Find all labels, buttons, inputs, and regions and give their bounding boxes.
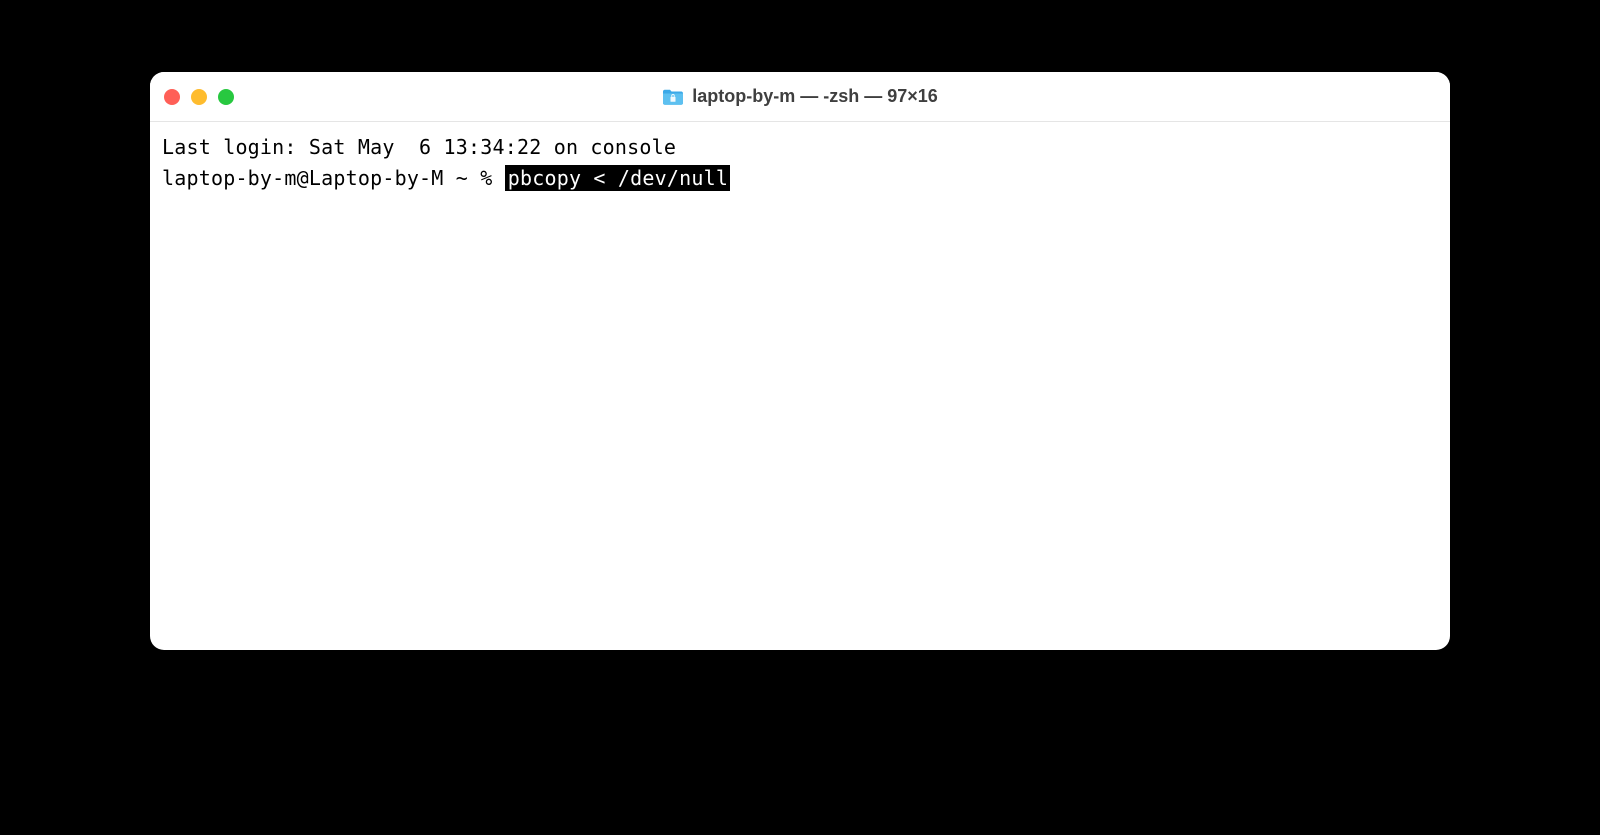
title-container: laptop-by-m — -zsh — 97×16 — [150, 86, 1450, 107]
titlebar[interactable]: laptop-by-m — -zsh — 97×16 — [150, 72, 1450, 122]
prompt-text: laptop-by-m@Laptop-by-M ~ % — [162, 166, 505, 190]
maximize-button[interactable] — [218, 89, 234, 105]
terminal-body[interactable]: Last login: Sat May 6 13:34:22 on consol… — [150, 122, 1450, 650]
folder-icon — [662, 88, 684, 106]
close-button[interactable] — [164, 89, 180, 105]
minimize-button[interactable] — [191, 89, 207, 105]
last-login-line: Last login: Sat May 6 13:34:22 on consol… — [162, 132, 1438, 163]
traffic-lights — [164, 89, 234, 105]
prompt-line: laptop-by-m@Laptop-by-M ~ % pbcopy < /de… — [162, 163, 1438, 194]
window-title: laptop-by-m — -zsh — 97×16 — [692, 86, 938, 107]
command-text[interactable]: pbcopy < /dev/null — [505, 165, 730, 191]
terminal-window: laptop-by-m — -zsh — 97×16 Last login: S… — [150, 72, 1450, 650]
